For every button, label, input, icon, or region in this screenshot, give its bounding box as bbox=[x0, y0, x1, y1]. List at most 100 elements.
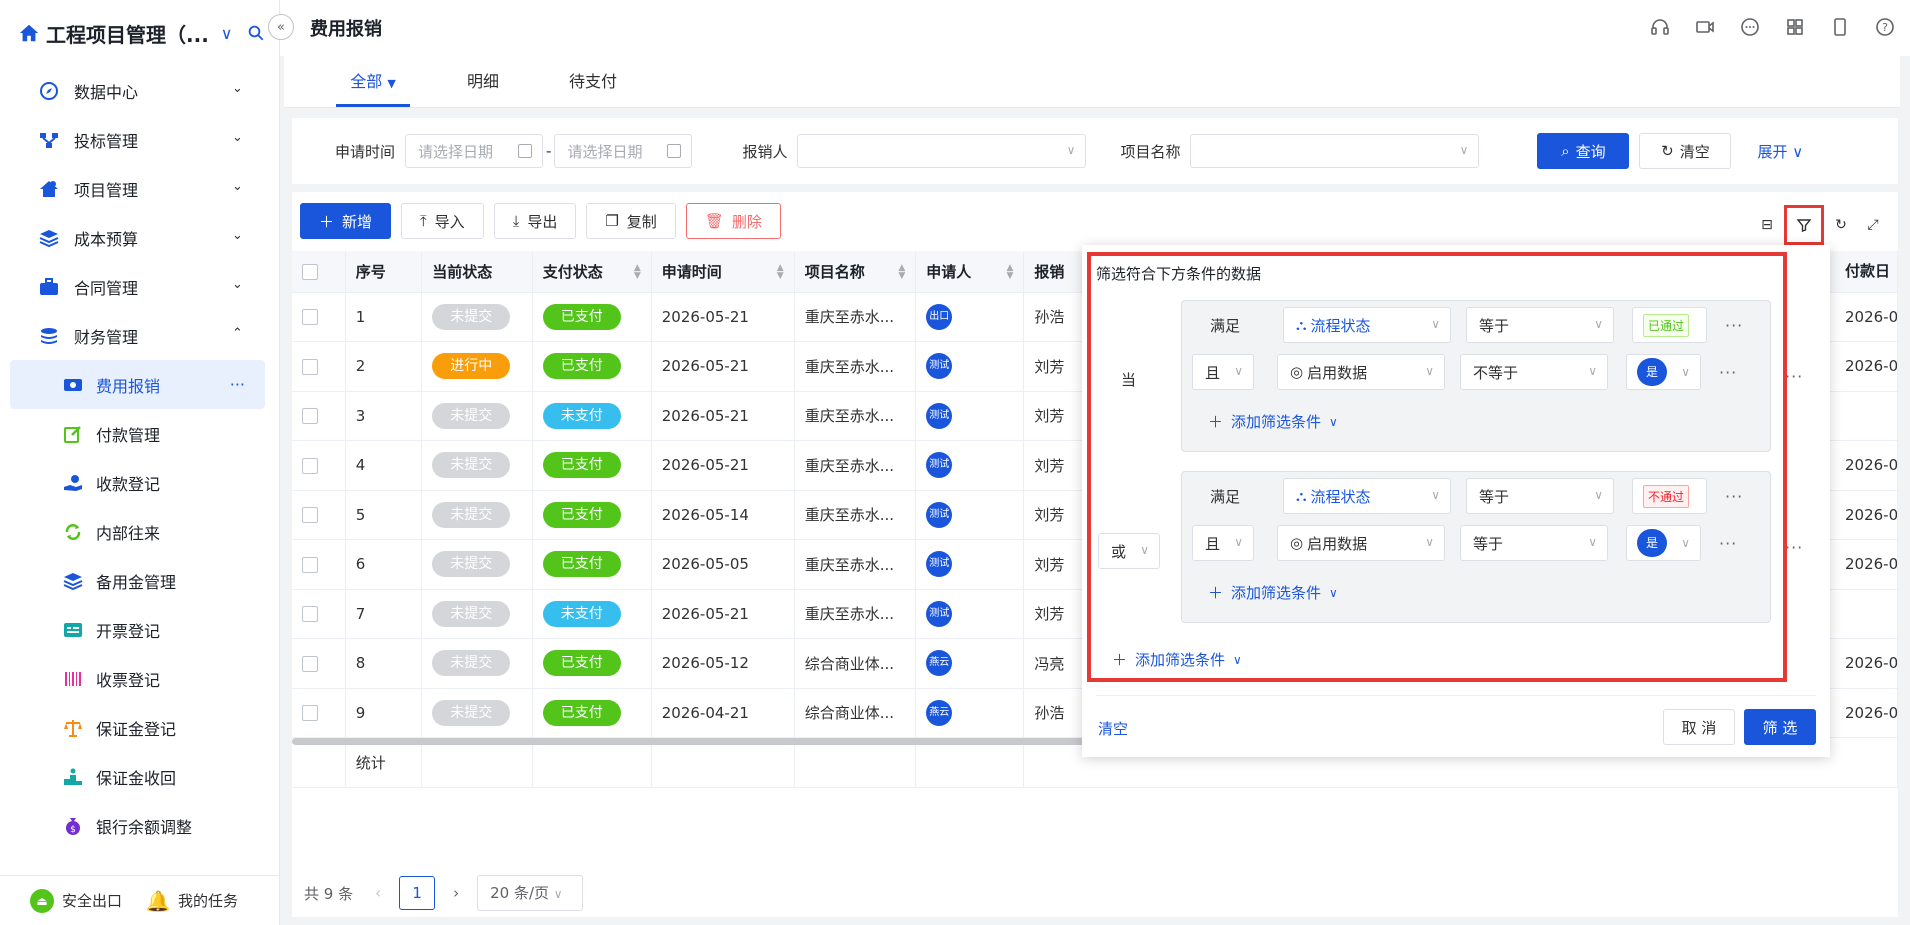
cell-project[interactable]: 重庆至赤水... bbox=[794, 341, 917, 392]
col-header[interactable]: 申请时间 ▲ ▼ bbox=[651, 251, 795, 293]
sidebar-item-bank-balance[interactable]: $ 银行余额调整 bbox=[0, 801, 279, 850]
sidebar-item-deposit[interactable]: 保证金登记 bbox=[0, 703, 279, 752]
logic-and-select[interactable]: 且 ∨ bbox=[1192, 525, 1254, 561]
select-all-checkbox[interactable] bbox=[302, 263, 318, 280]
row-checkbox-cell[interactable] bbox=[292, 391, 346, 441]
prev-page-icon[interactable]: ‹ bbox=[375, 884, 381, 902]
row-checkbox-cell[interactable] bbox=[292, 688, 346, 738]
sidebar-item-petty-cash[interactable]: 备用金管理 bbox=[0, 556, 279, 605]
filter-clear-button[interactable]: 清空 bbox=[1098, 718, 1128, 739]
more-icon[interactable]: ··· bbox=[1725, 487, 1743, 506]
sort-icon[interactable]: ▲ ▼ bbox=[777, 264, 784, 281]
menu-item-finance[interactable]: 财务管理 ⌃ bbox=[0, 311, 279, 360]
cell-project[interactable]: 重庆至赤水... bbox=[794, 391, 917, 441]
row-checkbox[interactable] bbox=[302, 309, 318, 326]
archive-icon[interactable]: ⊟ bbox=[1756, 214, 1778, 236]
menu-item-bidding[interactable]: 投标管理 ⌄ bbox=[0, 115, 279, 164]
delete-button[interactable]: 🗑 删除 bbox=[685, 203, 781, 239]
chevron-down-icon[interactable]: ∨ bbox=[221, 24, 233, 43]
collapse-sidebar-button[interactable]: « bbox=[268, 14, 294, 40]
logic-and-select[interactable]: 且 ∨ bbox=[1192, 354, 1254, 390]
horizontal-scrollbar[interactable] bbox=[292, 738, 1092, 745]
field-select[interactable]: ⛬ 流程状态 ∨ bbox=[1283, 307, 1451, 343]
row-checkbox-cell[interactable] bbox=[292, 440, 346, 491]
my-tasks-button[interactable]: 🔔 我的任务 bbox=[146, 889, 238, 913]
row-checkbox-cell[interactable] bbox=[292, 292, 346, 342]
chat-icon[interactable] bbox=[1739, 16, 1761, 38]
more-icon[interactable]: ··· bbox=[1719, 363, 1737, 382]
applicant-select[interactable]: ∨ bbox=[797, 134, 1087, 168]
menu-item-contract[interactable]: 合同管理 ⌄ bbox=[0, 262, 279, 311]
value-select[interactable]: 是 ∨ bbox=[1626, 525, 1701, 561]
more-icon[interactable]: ··· bbox=[1725, 316, 1743, 335]
cell-project[interactable]: 重庆至赤水... bbox=[794, 589, 917, 639]
filter-cancel-button[interactable]: 取 消 bbox=[1663, 709, 1735, 745]
operator-select[interactable]: 等于 ∨ bbox=[1460, 525, 1608, 561]
mobile-icon[interactable] bbox=[1829, 16, 1851, 38]
sort-icon[interactable]: ▲ ▼ bbox=[634, 264, 641, 281]
search-icon[interactable] bbox=[247, 24, 265, 42]
sidebar-item-invoice[interactable]: 开票登记 bbox=[0, 605, 279, 654]
fullscreen-icon[interactable]: ⤢ bbox=[1862, 214, 1884, 236]
clear-button[interactable]: ↻ 清空 bbox=[1639, 133, 1732, 169]
group-more-icon[interactable]: ··· bbox=[1785, 538, 1803, 557]
project-select[interactable]: ∨ bbox=[1190, 134, 1480, 168]
row-checkbox[interactable] bbox=[302, 655, 318, 672]
page-size-select[interactable]: 20 条/页 ∨ bbox=[477, 875, 584, 911]
row-checkbox-cell[interactable] bbox=[292, 539, 346, 590]
row-checkbox[interactable] bbox=[302, 705, 318, 722]
value-select[interactable]: 已通过 bbox=[1632, 307, 1707, 343]
page-button[interactable]: 1 bbox=[399, 876, 436, 910]
row-checkbox[interactable] bbox=[302, 556, 318, 573]
logic-or-select[interactable]: 或 ∨ bbox=[1098, 533, 1160, 569]
row-checkbox[interactable] bbox=[302, 606, 318, 623]
row-checkbox-cell[interactable] bbox=[292, 490, 346, 540]
row-checkbox[interactable] bbox=[302, 507, 318, 524]
filter-apply-button[interactable]: 筛 选 bbox=[1744, 709, 1816, 745]
tab-pending-payment[interactable]: 待支付 bbox=[538, 56, 648, 107]
operator-select[interactable]: 等于 ∨ bbox=[1466, 307, 1614, 343]
select-all-header[interactable] bbox=[292, 251, 346, 293]
query-button[interactable]: ⌕ 查询 bbox=[1537, 133, 1630, 169]
sidebar-item-payment[interactable]: 付款管理 bbox=[0, 409, 279, 458]
add-root-condition-button[interactable]: ＋ 添加筛选条件 ∨ bbox=[1112, 649, 1242, 670]
filter-icon[interactable] bbox=[1784, 205, 1824, 245]
more-icon[interactable]: ··· bbox=[1719, 534, 1737, 553]
row-checkbox[interactable] bbox=[302, 408, 318, 425]
next-page-icon[interactable]: › bbox=[453, 884, 459, 902]
row-checkbox-cell[interactable] bbox=[292, 638, 346, 689]
video-icon[interactable] bbox=[1694, 16, 1716, 38]
cell-project[interactable]: 综合商业体... bbox=[794, 638, 917, 689]
tab-all[interactable]: 全部 ▼ bbox=[318, 56, 428, 107]
import-button[interactable]: ⤒ 导入 bbox=[401, 203, 484, 239]
menu-item-project[interactable]: 项目管理 ⌄ bbox=[0, 164, 279, 213]
operator-select[interactable]: 不等于 ∨ bbox=[1460, 354, 1608, 390]
field-select[interactable]: ◎ 启用数据 ∨ bbox=[1277, 354, 1445, 390]
sort-icon[interactable]: ▲ ▼ bbox=[1006, 264, 1013, 281]
field-select[interactable]: ⛬ 流程状态 ∨ bbox=[1283, 478, 1451, 514]
row-checkbox[interactable] bbox=[302, 358, 318, 375]
home-icon[interactable] bbox=[18, 22, 40, 44]
brand-title[interactable]: 工程项目管理（... bbox=[46, 19, 209, 48]
operator-select[interactable]: 等于 ∨ bbox=[1466, 478, 1614, 514]
group-more-icon[interactable]: ··· bbox=[1785, 367, 1803, 386]
row-checkbox-cell[interactable] bbox=[292, 589, 346, 639]
add-condition-button[interactable]: ＋ 添加筛选条件 ∨ bbox=[1208, 582, 1338, 603]
sidebar-item-expense[interactable]: 费用报销 ··· bbox=[10, 360, 265, 409]
grid-icon[interactable] bbox=[1784, 16, 1806, 38]
col-header[interactable]: 支付状态 ▲ ▼ bbox=[532, 251, 652, 293]
value-select[interactable]: 是 ∨ bbox=[1626, 354, 1701, 390]
col-header[interactable]: 申请人 ▲ ▼ bbox=[915, 251, 1025, 293]
cell-project[interactable]: 重庆至赤水... bbox=[794, 440, 917, 491]
cell-project[interactable]: 重庆至赤水... bbox=[794, 539, 917, 590]
add-condition-button[interactable]: ＋ 添加筛选条件 ∨ bbox=[1208, 411, 1338, 432]
sidebar-item-deposit-return[interactable]: 保证金收回 bbox=[0, 752, 279, 801]
cell-project[interactable]: 重庆至赤水... bbox=[794, 292, 917, 342]
value-select[interactable]: 不通过 bbox=[1632, 478, 1707, 514]
row-checkbox-cell[interactable] bbox=[292, 341, 346, 392]
cell-project[interactable]: 重庆至赤水... bbox=[794, 490, 917, 540]
headset-icon[interactable] bbox=[1649, 16, 1671, 38]
sidebar-item-internal[interactable]: 内部往来 bbox=[0, 507, 279, 556]
copy-button[interactable]: ❐ 复制 bbox=[586, 203, 676, 239]
tab-detail[interactable]: 明细 bbox=[428, 56, 538, 107]
